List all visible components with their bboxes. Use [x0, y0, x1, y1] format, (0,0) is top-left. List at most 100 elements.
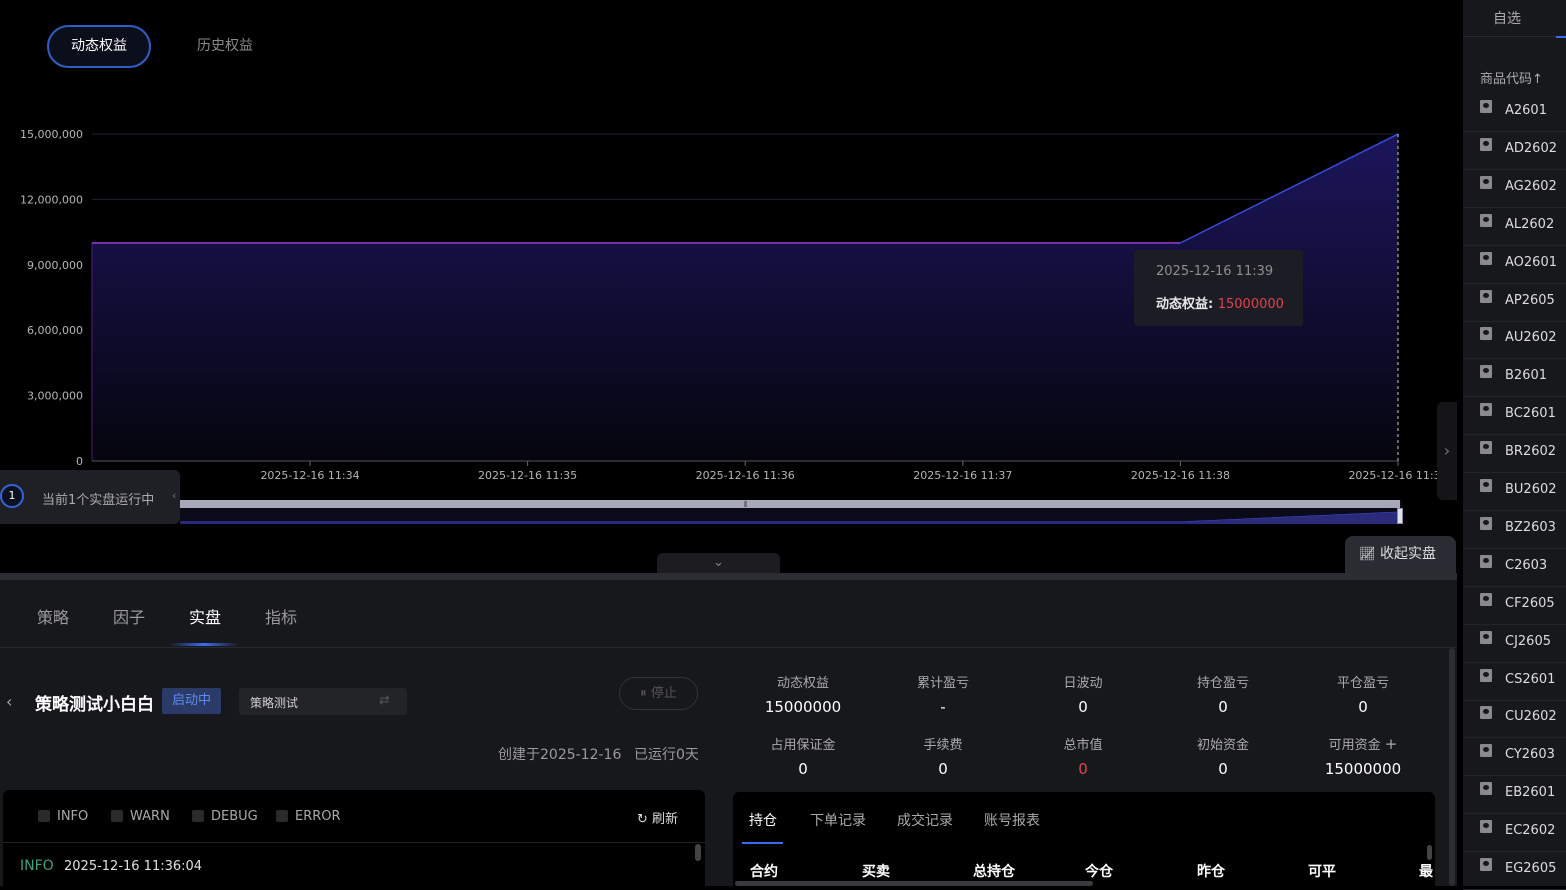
- chevron-left-icon[interactable]: ‹: [172, 489, 176, 502]
- log-scrollbar[interactable]: [695, 844, 701, 861]
- tab-strategy[interactable]: 策略: [37, 604, 69, 628]
- watchlist-item[interactable]: BC2601: [1463, 397, 1566, 436]
- watchlist-item[interactable]: CF2605: [1463, 587, 1566, 625]
- watchlist-item[interactable]: AP2605: [1463, 284, 1566, 322]
- bookmark-icon[interactable]: [1480, 744, 1492, 758]
- stat-value-initial-capital: 0: [1218, 760, 1228, 778]
- panel-scrollbar[interactable]: [1449, 648, 1455, 886]
- tab-watchlist[interactable]: 自选: [1493, 8, 1521, 28]
- bookmark-icon[interactable]: [1480, 782, 1492, 796]
- filter-info-checkbox[interactable]: [38, 810, 50, 822]
- swap-icon[interactable]: ⇄: [379, 693, 390, 708]
- tab-positions[interactable]: 持仓: [749, 810, 777, 830]
- positions-scrollbar[interactable]: [1427, 845, 1432, 860]
- bookmark-icon[interactable]: [1480, 175, 1492, 189]
- bookmark-icon[interactable]: [1480, 554, 1492, 568]
- tab-order-records[interactable]: 下单记录: [810, 810, 866, 830]
- tab-account-report[interactable]: 账号报表: [984, 810, 1040, 830]
- filter-info-label[interactable]: INFO: [57, 809, 88, 824]
- bookmark-icon[interactable]: [1480, 251, 1492, 265]
- bookmark-icon[interactable]: [1480, 100, 1492, 113]
- watchlist-item[interactable]: A2601: [1463, 94, 1566, 132]
- strategy-select-value: 策略测试: [250, 696, 299, 710]
- bookmark-icon[interactable]: [1480, 327, 1492, 341]
- bookmark-icon[interactable]: [1480, 137, 1492, 151]
- watchlist-item[interactable]: CU2602: [1463, 700, 1566, 739]
- watchlist-item[interactable]: CJ2605: [1463, 625, 1566, 663]
- watchlist-item[interactable]: BU2602: [1463, 473, 1566, 511]
- column-header-symbol[interactable]: 商品代码↑: [1480, 68, 1543, 87]
- chevron-right-icon[interactable]: ›: [1437, 402, 1457, 500]
- y-axis: 15,000,000 12,000,000 9,000,000 6,000,000 3,…: [20, 128, 83, 468]
- column-header-side: 买卖: [862, 864, 890, 880]
- watchlist-item[interactable]: AD2602: [1463, 132, 1566, 170]
- filter-warn-checkbox[interactable]: [111, 810, 123, 822]
- watchlist-item[interactable]: AG2602: [1463, 170, 1566, 208]
- watchlist-item-code: CY2603: [1505, 747, 1555, 763]
- tab-history-equity[interactable]: 历史权益: [178, 25, 272, 68]
- watchlist-item[interactable]: AL2602: [1463, 208, 1566, 246]
- available-funds-text: 可用资金: [1328, 738, 1381, 753]
- bookmark-icon[interactable]: [1480, 403, 1492, 417]
- log-entry-level: INFO: [20, 858, 54, 874]
- filter-debug-checkbox[interactable]: [192, 810, 204, 822]
- bookmark-icon[interactable]: [1480, 858, 1492, 871]
- watchlist-item[interactable]: EG2605: [1463, 852, 1566, 890]
- watchlist-item-code: CU2602: [1505, 709, 1557, 725]
- watchlist-item-code: CF2605: [1505, 595, 1555, 611]
- positions-horizontal-scrollbar[interactable]: [735, 881, 1093, 886]
- tab-divider: [0, 647, 1457, 648]
- stop-button[interactable]: ⏸︎ 停止: [619, 677, 698, 710]
- bookmark-icon[interactable]: [1480, 289, 1492, 303]
- bookmark-icon[interactable]: [1480, 365, 1492, 379]
- panel-divider[interactable]: [0, 573, 1457, 580]
- column-header-last: 最: [1419, 864, 1433, 880]
- collapse-live-button[interactable]: 📈︎ 收起实盘: [1345, 536, 1456, 573]
- filter-error-checkbox[interactable]: [276, 810, 288, 822]
- chevron-down-icon[interactable]: ⌄: [657, 553, 780, 573]
- bookmark-icon[interactable]: [1480, 441, 1492, 455]
- tab-factor[interactable]: 因子: [113, 604, 145, 628]
- watchlist-item-code: AG2602: [1505, 178, 1557, 194]
- bookmark-icon[interactable]: [1480, 706, 1492, 720]
- back-chevron-icon[interactable]: ‹: [6, 692, 12, 711]
- watchlist-item[interactable]: B2601: [1463, 359, 1566, 398]
- watchlist-item[interactable]: EC2602: [1463, 814, 1566, 853]
- watchlist-item[interactable]: BR2602: [1463, 435, 1566, 474]
- bookmark-icon[interactable]: [1480, 630, 1492, 644]
- stat-label-daily-volatility: 日波动: [1063, 676, 1103, 691]
- watchlist-item[interactable]: CY2603: [1463, 738, 1566, 777]
- bookmark-icon[interactable]: [1480, 592, 1492, 606]
- filter-warn-label[interactable]: WARN: [130, 809, 170, 824]
- watchlist-item[interactable]: EB2601: [1463, 776, 1566, 815]
- y-tick-label: 3,000,000: [27, 390, 83, 403]
- filter-debug-label[interactable]: DEBUG: [211, 809, 258, 824]
- bookmark-icon[interactable]: [1480, 479, 1492, 492]
- bookmark-icon[interactable]: [1480, 820, 1492, 834]
- tab-live[interactable]: 实盘: [189, 604, 221, 628]
- slider-grip-icon[interactable]: ⦀: [744, 500, 748, 510]
- watchlist-item[interactable]: AO2601: [1463, 246, 1566, 284]
- slider-handle-right[interactable]: [1397, 508, 1403, 524]
- tab-indicator[interactable]: 指标: [265, 604, 297, 628]
- sidebar-tab-indicator: [1556, 36, 1566, 38]
- tab-trade-records[interactable]: 成交记录: [897, 810, 953, 830]
- y-tick-label: 12,000,000: [20, 193, 83, 206]
- watchlist-item[interactable]: C2603: [1463, 549, 1566, 587]
- plus-icon[interactable]: +: [1385, 735, 1398, 753]
- filter-error-label[interactable]: ERROR: [295, 809, 341, 824]
- watchlist-item-code: AD2602: [1505, 140, 1557, 156]
- bookmark-icon[interactable]: [1480, 668, 1492, 682]
- column-header-today-position: 今仓: [1085, 864, 1113, 880]
- refresh-button[interactable]: ↻ 刷新: [637, 808, 678, 827]
- bookmark-icon[interactable]: [1480, 516, 1492, 530]
- watchlist-item-code: BC2601: [1505, 406, 1556, 422]
- collapse-live-label: 收起实盘: [1379, 546, 1436, 562]
- bookmark-icon[interactable]: [1480, 213, 1492, 227]
- watchlist-item[interactable]: CS2601: [1463, 663, 1566, 701]
- slider-range-bar[interactable]: [180, 500, 1400, 508]
- watchlist-item-code: AP2605: [1505, 292, 1555, 308]
- watchlist-item[interactable]: BZ2603: [1463, 511, 1566, 549]
- tab-dynamic-equity[interactable]: 动态权益: [47, 25, 151, 68]
- watchlist-item[interactable]: AU2602: [1463, 321, 1566, 360]
